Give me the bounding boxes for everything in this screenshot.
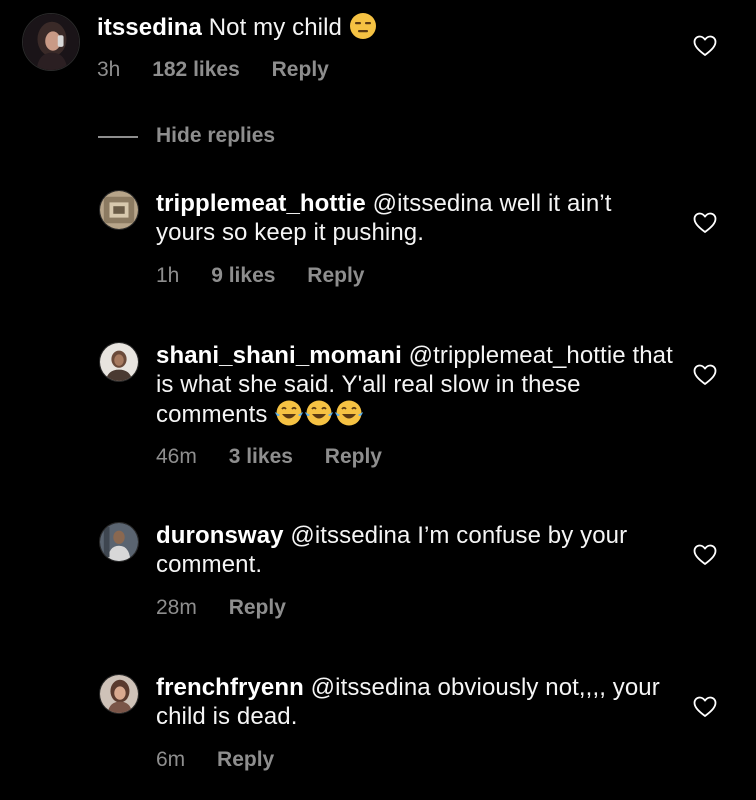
profile-photo-icon (23, 14, 79, 70)
face-with-tears-of-joy-emoji (274, 399, 304, 434)
comment-meta: 3h 182 likes Reply (97, 58, 329, 82)
reply-meta: 28m Reply (156, 596, 286, 620)
face-with-tears-of-joy-emoji (304, 399, 334, 434)
reply-time: 28m (156, 596, 197, 619)
comment-likes[interactable]: 182 likes (152, 58, 240, 82)
reply-text: frenchfryenn @itssedina obviously not,,,… (156, 673, 676, 731)
heart-outline-icon[interactable] (693, 212, 717, 234)
profile-photo-icon (100, 675, 138, 713)
profile-photo-icon (100, 523, 138, 561)
reply-button[interactable]: Reply (217, 748, 274, 772)
comments-screen: { "comment": { "username": "itssedina", … (0, 0, 756, 800)
reply-meta: 1h 9 likes Reply (156, 264, 364, 288)
profile-photo-icon (100, 191, 138, 229)
profile-photo-icon (100, 343, 138, 381)
comment-username[interactable]: itssedina (97, 14, 202, 41)
comment-text: itssedina Not my child (97, 12, 657, 47)
avatar[interactable] (99, 674, 139, 714)
reply-likes[interactable]: 9 likes (211, 264, 275, 288)
reply-text: duronsway @itssedina I’m confuse by your… (156, 521, 676, 579)
reply-meta: 6m Reply (156, 748, 274, 772)
face-with-tears-of-joy-emoji (334, 399, 364, 434)
reply-button[interactable]: Reply (272, 58, 329, 82)
heart-outline-icon[interactable] (693, 35, 717, 57)
reply-username[interactable]: frenchfryenn (156, 674, 304, 701)
comment-body: Not my child (201, 14, 349, 41)
avatar[interactable] (99, 190, 139, 230)
reply-text: tripplemeat_hottie @itssedina well it ai… (156, 189, 676, 247)
reply-username[interactable]: shani_shani_momani (156, 342, 402, 369)
reply-button[interactable]: Reply (325, 445, 382, 469)
heart-outline-icon[interactable] (693, 696, 717, 718)
reply-button[interactable]: Reply (229, 596, 286, 620)
comment-time: 3h (97, 58, 121, 81)
reply-username[interactable]: duronsway (156, 522, 284, 549)
reply-username[interactable]: tripplemeat_hottie (156, 190, 366, 217)
hide-replies-label[interactable]: Hide replies (156, 123, 275, 149)
reply-meta: 46m 3 likes Reply (156, 445, 382, 469)
divider (98, 136, 138, 138)
reply-time: 1h (156, 264, 180, 287)
reply-time: 6m (156, 748, 186, 771)
avatar[interactable] (99, 342, 139, 382)
heart-outline-icon[interactable] (693, 544, 717, 566)
reply-likes[interactable]: 3 likes (229, 445, 293, 469)
expressionless-face-emoji (349, 12, 377, 47)
avatar[interactable] (22, 13, 80, 71)
reply-button[interactable]: Reply (307, 264, 364, 288)
heart-outline-icon[interactable] (693, 364, 717, 386)
reply-text: shani_shani_momani @tripplemeat_hottie t… (156, 341, 676, 434)
reply-time: 46m (156, 445, 197, 468)
avatar[interactable] (99, 522, 139, 562)
